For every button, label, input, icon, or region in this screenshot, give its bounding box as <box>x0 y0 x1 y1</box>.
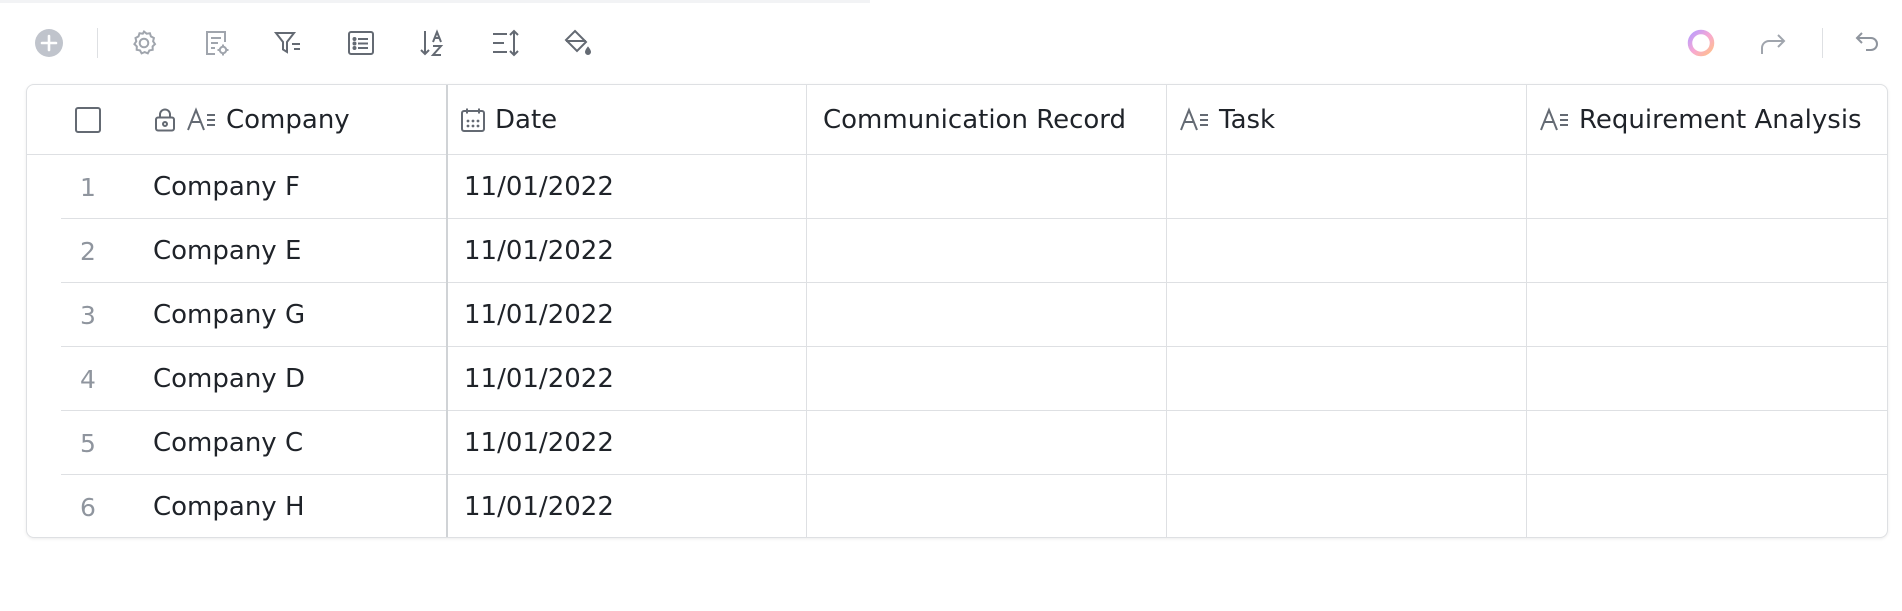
cell-task[interactable] <box>1168 219 1525 283</box>
cell-date[interactable]: 11/01/2022 <box>464 219 804 283</box>
column-header-label: Requirement Analysis <box>1579 104 1862 135</box>
undo-icon <box>1852 28 1882 58</box>
column-header-communication-record[interactable]: Communication Record <box>823 85 1173 154</box>
cell-date[interactable]: 11/01/2022 <box>464 347 804 411</box>
table-row[interactable]: 6 Company H 11/01/2022 <box>27 475 1887 537</box>
column-header-company[interactable]: Company <box>152 85 442 154</box>
add-record-icon <box>33 27 65 59</box>
cell-date[interactable]: 11/01/2022 <box>464 475 804 537</box>
table-row[interactable]: 1 Company F 11/01/2022 <box>27 155 1887 219</box>
cell-requirement-analysis[interactable] <box>1528 475 1885 537</box>
cell-date[interactable]: 11/01/2022 <box>464 411 804 475</box>
cell-requirement-analysis[interactable] <box>1528 219 1885 283</box>
table-row[interactable]: 3 Company G 11/01/2022 <box>27 283 1887 347</box>
undo-button[interactable] <box>1844 20 1890 66</box>
ai-assistant-icon <box>1685 27 1717 59</box>
form-settings-icon <box>201 28 231 58</box>
cell-date[interactable]: 11/01/2022 <box>464 283 804 347</box>
cell-company[interactable]: Company D <box>153 347 443 411</box>
column-header-task[interactable]: Task <box>1179 85 1529 154</box>
cell-task[interactable] <box>1168 411 1525 475</box>
row-number: 3 <box>80 300 96 330</box>
sort-icon <box>418 28 448 58</box>
cell-task[interactable] <box>1168 347 1525 411</box>
filter-icon <box>273 28 303 58</box>
ai-assistant-button[interactable] <box>1678 20 1724 66</box>
cell-task[interactable] <box>1168 475 1525 537</box>
cell-communication-record[interactable] <box>808 155 1165 219</box>
field-list-icon <box>346 28 376 58</box>
toolbar-divider <box>1822 28 1823 58</box>
column-header-date[interactable]: Date <box>459 85 809 154</box>
table-row[interactable]: 2 Company E 11/01/2022 <box>27 219 1887 283</box>
cell-communication-record[interactable] <box>808 283 1165 347</box>
cell-communication-record[interactable] <box>808 347 1165 411</box>
select-all-checkbox[interactable] <box>75 107 101 133</box>
cell-communication-record[interactable] <box>808 475 1165 537</box>
cell-requirement-analysis[interactable] <box>1528 283 1885 347</box>
cell-company[interactable]: Company G <box>153 283 443 347</box>
table-row[interactable]: 4 Company D 11/01/2022 <box>27 347 1887 411</box>
column-header-label: Date <box>495 104 558 135</box>
cell-requirement-analysis[interactable] <box>1528 411 1885 475</box>
form-settings-button[interactable] <box>193 20 239 66</box>
cell-communication-record[interactable] <box>808 411 1165 475</box>
lock-icon <box>152 107 178 133</box>
column-header-label: Company <box>226 104 350 135</box>
row-number: 5 <box>80 428 96 458</box>
toolbar-divider <box>97 28 98 58</box>
cell-task[interactable] <box>1168 283 1525 347</box>
fill-color-icon <box>562 28 592 58</box>
text-field-icon <box>186 106 218 133</box>
cell-company[interactable]: Company H <box>153 475 443 537</box>
redo-button[interactable] <box>1750 20 1796 66</box>
row-number: 1 <box>80 172 96 202</box>
column-header-label: Task <box>1219 104 1276 135</box>
cell-task[interactable] <box>1168 155 1525 219</box>
top-scroll-indicator <box>0 0 870 3</box>
row-height-button[interactable] <box>482 20 528 66</box>
text-field-icon <box>1539 106 1571 133</box>
sort-button[interactable] <box>410 20 456 66</box>
settings-button[interactable] <box>121 20 167 66</box>
row-number: 4 <box>80 364 96 394</box>
text-field-icon <box>1179 106 1211 133</box>
cell-company[interactable]: Company C <box>153 411 443 475</box>
add-record-button[interactable] <box>26 20 72 66</box>
redo-icon <box>1758 28 1788 58</box>
table-row[interactable]: 5 Company C 11/01/2022 <box>27 411 1887 475</box>
calendar-icon <box>459 106 487 134</box>
row-number: 2 <box>80 236 96 266</box>
cell-requirement-analysis[interactable] <box>1528 347 1885 411</box>
settings-icon <box>129 28 159 58</box>
filter-button[interactable] <box>265 20 311 66</box>
cell-communication-record[interactable] <box>808 219 1165 283</box>
row-number: 6 <box>80 492 96 522</box>
fill-color-button[interactable] <box>554 20 600 66</box>
column-header-requirement-analysis[interactable]: Requirement Analysis <box>1539 85 1884 154</box>
toolbar <box>0 20 1902 66</box>
cell-date[interactable]: 11/01/2022 <box>464 155 804 219</box>
cell-company[interactable]: Company E <box>153 219 443 283</box>
cell-requirement-analysis[interactable] <box>1528 155 1885 219</box>
data-table: Company Date Communication Record Task R… <box>26 84 1888 538</box>
field-list-button[interactable] <box>338 20 384 66</box>
row-height-icon <box>490 28 520 58</box>
cell-company[interactable]: Company F <box>153 155 443 219</box>
column-header-label: Communication Record <box>823 104 1127 135</box>
